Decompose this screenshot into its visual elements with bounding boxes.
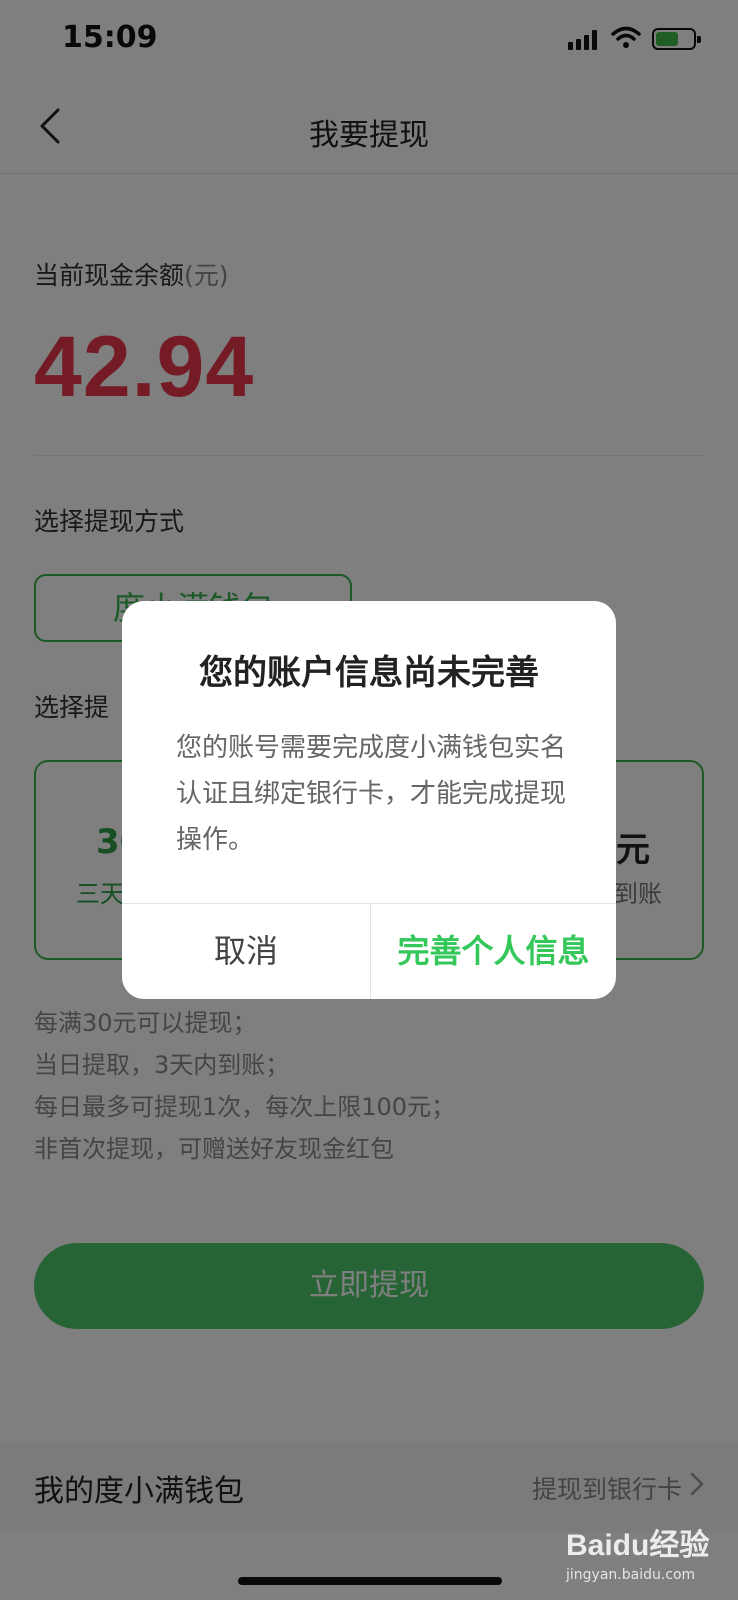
watermark-url: jingyan.baidu.com [566,1567,696,1583]
account-incomplete-dialog: 您的账户信息尚未完善 您的账号需要完成度小满钱包实名认证且绑定银行卡，才能完成提… [122,601,616,999]
complete-info-button[interactable]: 完善个人信息 [371,903,616,999]
cancel-button[interactable]: 取消 [122,903,370,999]
dialog-message: 您的账号需要完成度小满钱包实名认证且绑定银行卡，才能完成提现操作。 [176,733,567,855]
watermark-logo: Baidu经验 [566,1529,710,1562]
dialog-title: 您的账户信息尚未完善 [199,653,539,693]
